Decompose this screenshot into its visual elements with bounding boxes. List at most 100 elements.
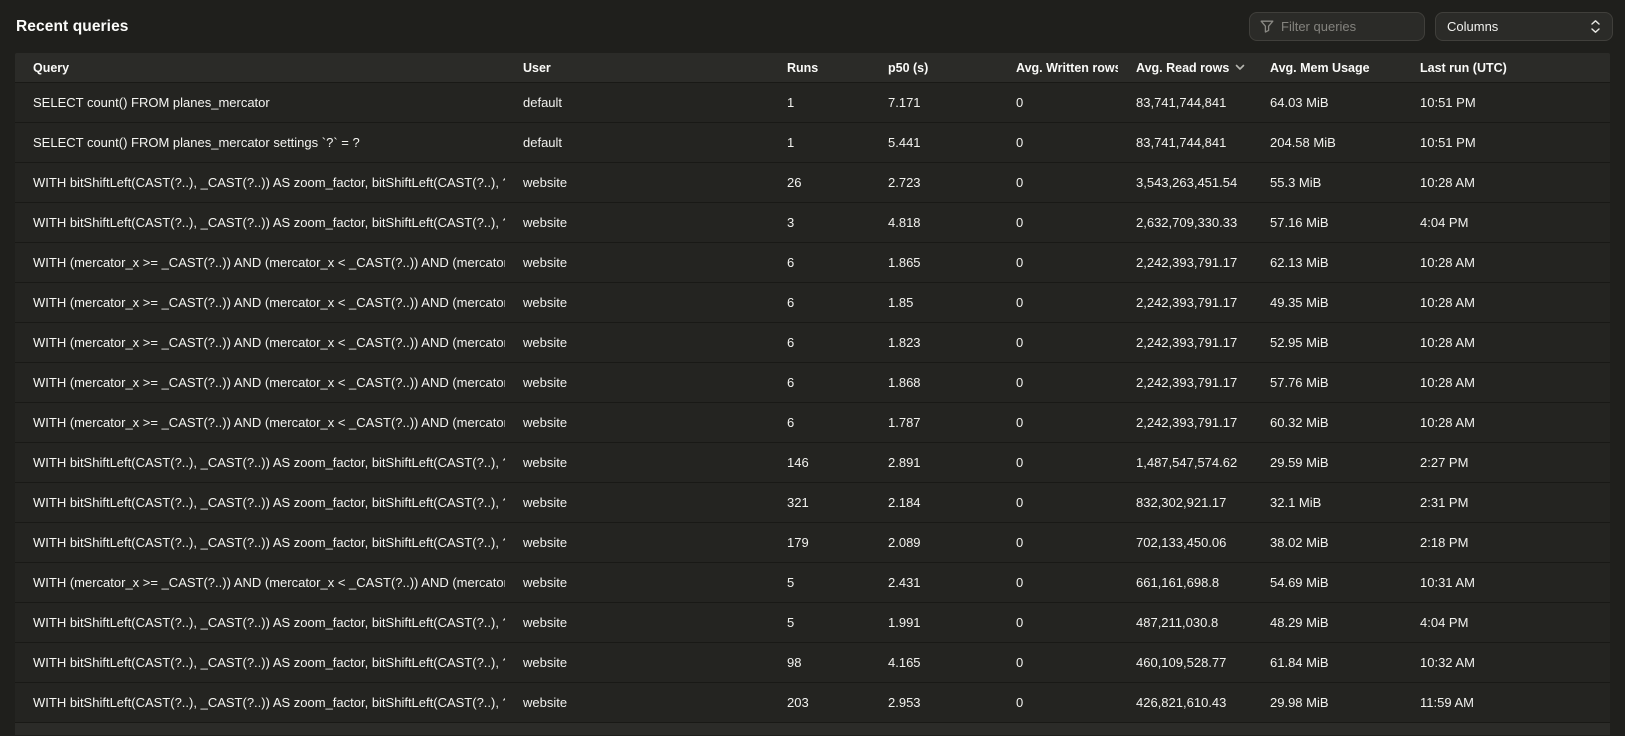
cell-user: website	[505, 163, 769, 202]
cell-avg-written-rows: 0	[998, 523, 1118, 562]
cell-avg-mem-usage: 62.13 MiB	[1252, 243, 1402, 282]
cell-runs: 6	[769, 323, 870, 362]
cell-user: website	[505, 483, 769, 522]
cell-runs: 5	[769, 603, 870, 642]
cell-last-run: 10:32 AM	[1402, 643, 1610, 682]
cell-avg-read-rows: 2,242,393,791.17	[1118, 283, 1252, 322]
cell-query: WITH bitShiftLeft(CAST(?..), _CAST(?..))…	[15, 443, 505, 482]
table-row[interactable]: WITH (mercator_x >= _CAST(?..)) AND (mer…	[15, 322, 1610, 362]
table-row[interactable]: WITH bitShiftLeft(CAST(?..), _CAST(?..))…	[15, 522, 1610, 562]
cell-query: WITH bitShiftLeft(CAST(?..), _CAST(?..))…	[15, 683, 505, 722]
cell-avg-mem-usage: 29.59 MiB	[1252, 443, 1402, 482]
cell-last-run: 2:18 PM	[1402, 523, 1610, 562]
cell-avg-mem-usage: 54.69 MiB	[1252, 563, 1402, 602]
table-row[interactable]: WITH (mercator_x >= _CAST(?..)) AND (mer…	[15, 282, 1610, 322]
table-row[interactable]: SELECT count() FROM planes_mercator sett…	[15, 122, 1610, 162]
table-row-partial[interactable]	[15, 722, 1610, 735]
cell-avg-read-rows: 1,487,547,574.62	[1118, 443, 1252, 482]
cell-last-run: 4:04 PM	[1402, 203, 1610, 242]
column-header-user[interactable]: User	[505, 53, 769, 82]
toolbar: Recent queries Columns	[0, 0, 1625, 53]
cell-query: SELECT count() FROM planes_mercator	[15, 83, 505, 122]
column-header-read[interactable]: Avg. Read rows	[1118, 53, 1252, 82]
column-header-query[interactable]: Query	[15, 53, 505, 82]
cell-avg-read-rows: 832,302,921.17	[1118, 483, 1252, 522]
table-row[interactable]: WITH (mercator_x >= _CAST(?..)) AND (mer…	[15, 402, 1610, 442]
column-header-label: Query	[33, 61, 69, 75]
cell-last-run: 10:28 AM	[1402, 243, 1610, 282]
cell-last-run: 4:04 PM	[1402, 603, 1610, 642]
filter-queries-input[interactable]	[1281, 19, 1414, 34]
cell-avg-written-rows: 0	[998, 203, 1118, 242]
cell-avg-written-rows: 0	[998, 643, 1118, 682]
cell-runs: 3	[769, 203, 870, 242]
table-row[interactable]: WITH bitShiftLeft(CAST(?..), _CAST(?..))…	[15, 482, 1610, 522]
column-header-runs[interactable]: Runs	[769, 53, 870, 82]
table-row[interactable]: WITH bitShiftLeft(CAST(?..), _CAST(?..))…	[15, 642, 1610, 682]
cell-user: website	[505, 403, 769, 442]
cell-p50: 2.891	[870, 443, 998, 482]
cell-query: WITH (mercator_x >= _CAST(?..)) AND (mer…	[15, 563, 505, 602]
column-header-label: p50 (s)	[888, 61, 928, 75]
cell-avg-mem-usage: 204.58 MiB	[1252, 123, 1402, 162]
cell-runs: 179	[769, 523, 870, 562]
cell-query: WITH bitShiftLeft(CAST(?..), _CAST(?..))…	[15, 203, 505, 242]
table-row[interactable]: WITH (mercator_x >= _CAST(?..)) AND (mer…	[15, 562, 1610, 602]
table-row[interactable]: WITH (mercator_x >= _CAST(?..)) AND (mer…	[15, 242, 1610, 282]
table-row[interactable]: WITH bitShiftLeft(CAST(?..), _CAST(?..))…	[15, 162, 1610, 202]
cell-avg-written-rows: 0	[998, 483, 1118, 522]
cell-p50: 1.991	[870, 603, 998, 642]
table-row[interactable]: WITH bitShiftLeft(CAST(?..), _CAST(?..))…	[15, 442, 1610, 482]
toolbar-controls: Columns	[1249, 12, 1613, 41]
cell-query: WITH (mercator_x >= _CAST(?..)) AND (mer…	[15, 243, 505, 282]
table-row[interactable]: WITH bitShiftLeft(CAST(?..), _CAST(?..))…	[15, 602, 1610, 642]
cell-user: default	[505, 123, 769, 162]
cell-avg-mem-usage: 57.76 MiB	[1252, 363, 1402, 402]
cell-avg-read-rows: 661,161,698.8	[1118, 563, 1252, 602]
column-header-mem[interactable]: Avg. Mem Usage	[1252, 53, 1402, 82]
column-header-written[interactable]: Avg. Written rows	[998, 53, 1118, 82]
table-row[interactable]: SELECT count() FROM planes_mercator defa…	[15, 82, 1610, 122]
filter-queries-box[interactable]	[1249, 12, 1425, 41]
cell-avg-mem-usage: 61.84 MiB	[1252, 643, 1402, 682]
cell-last-run: 10:28 AM	[1402, 283, 1610, 322]
cell-avg-read-rows: 460,109,528.77	[1118, 643, 1252, 682]
columns-dropdown[interactable]: Columns	[1435, 12, 1613, 41]
table-header-row: Query User Runs p50 (s) Avg. Written row…	[15, 53, 1610, 82]
cell-avg-read-rows: 426,821,610.43	[1118, 683, 1252, 722]
cell-p50: 2.723	[870, 163, 998, 202]
cell-user: website	[505, 283, 769, 322]
cell-user: website	[505, 523, 769, 562]
cell-p50: 2.089	[870, 523, 998, 562]
cell-avg-written-rows: 0	[998, 403, 1118, 442]
cell-avg-mem-usage: 49.35 MiB	[1252, 283, 1402, 322]
cell-avg-read-rows: 2,632,709,330.33	[1118, 203, 1252, 242]
cell-runs: 6	[769, 283, 870, 322]
column-header-label: Last run (UTC)	[1420, 61, 1507, 75]
cell-avg-written-rows: 0	[998, 123, 1118, 162]
cell-query: WITH (mercator_x >= _CAST(?..)) AND (mer…	[15, 283, 505, 322]
cell-query: WITH (mercator_x >= _CAST(?..)) AND (mer…	[15, 323, 505, 362]
cell-avg-mem-usage: 52.95 MiB	[1252, 323, 1402, 362]
cell-avg-read-rows: 83,741,744,841	[1118, 123, 1252, 162]
cell-avg-written-rows: 0	[998, 563, 1118, 602]
column-header-label: Avg. Written rows	[1016, 61, 1118, 75]
cell-avg-written-rows: 0	[998, 163, 1118, 202]
cell-last-run: 10:28 AM	[1402, 323, 1610, 362]
cell-avg-written-rows: 0	[998, 243, 1118, 282]
cell-last-run: 2:31 PM	[1402, 483, 1610, 522]
table-row[interactable]: WITH (mercator_x >= _CAST(?..)) AND (mer…	[15, 362, 1610, 402]
column-header-lastrun[interactable]: Last run (UTC)	[1402, 53, 1610, 82]
cell-p50: 1.787	[870, 403, 998, 442]
cell-last-run: 10:51 PM	[1402, 123, 1610, 162]
cell-avg-written-rows: 0	[998, 323, 1118, 362]
cell-avg-written-rows: 0	[998, 603, 1118, 642]
table-row[interactable]: WITH bitShiftLeft(CAST(?..), _CAST(?..))…	[15, 682, 1610, 722]
cell-runs: 6	[769, 363, 870, 402]
cell-last-run: 11:59 AM	[1402, 683, 1610, 722]
cell-avg-read-rows: 2,242,393,791.17	[1118, 403, 1252, 442]
cell-avg-read-rows: 487,211,030.8	[1118, 603, 1252, 642]
column-header-p50[interactable]: p50 (s)	[870, 53, 998, 82]
cell-avg-mem-usage: 64.03 MiB	[1252, 83, 1402, 122]
table-row[interactable]: WITH bitShiftLeft(CAST(?..), _CAST(?..))…	[15, 202, 1610, 242]
